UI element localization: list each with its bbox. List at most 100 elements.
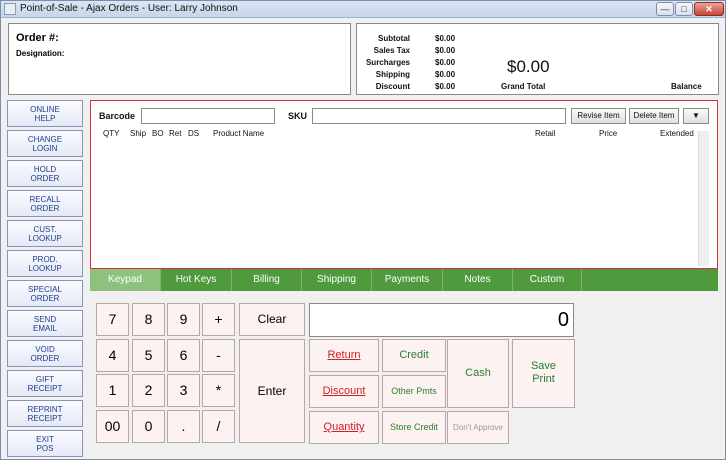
- subtotal-value: $0.00: [435, 34, 456, 43]
- grand-total-label: Grand Total: [501, 82, 546, 91]
- key-3[interactable]: 3: [167, 374, 200, 407]
- revise-item-button[interactable]: Revise Item: [571, 108, 626, 124]
- hold-order-button[interactable]: HOLD ORDER: [7, 160, 83, 187]
- col-price: Price: [599, 129, 618, 138]
- tab-billing[interactable]: Billing: [232, 269, 302, 291]
- col-ds: DS: [188, 129, 200, 138]
- shipping-label: Shipping: [375, 70, 410, 79]
- key-multiply[interactable]: *: [202, 374, 235, 407]
- exit-pos-button[interactable]: EXIT POS: [7, 430, 83, 457]
- col-ship: Ship: [130, 129, 147, 138]
- discount-value: $0.00: [435, 82, 456, 91]
- tab-notes[interactable]: Notes: [443, 269, 513, 291]
- gift-receipt-button[interactable]: GIFT RECEIPT: [7, 370, 83, 397]
- key-plus[interactable]: +: [202, 303, 235, 336]
- items-scrollbar[interactable]: [698, 131, 709, 266]
- sku-label: SKU: [288, 111, 308, 121]
- return-label: Return: [327, 349, 361, 361]
- delete-item-button[interactable]: Delete Item: [629, 108, 679, 124]
- surcharges-label: Surcharges: [365, 58, 410, 67]
- other-payments-button[interactable]: Other Pmts: [382, 375, 446, 408]
- save-print-label: Save Print: [530, 360, 557, 385]
- special-order-button[interactable]: SPECIAL ORDER: [7, 280, 83, 307]
- amount-display: 0: [309, 303, 574, 337]
- item-entry-panel: Barcode SKU Revise Item Delete Item ▼ QT…: [90, 100, 718, 269]
- save-print-button[interactable]: Save Print: [512, 339, 575, 408]
- store-credit-label: Store Credit: [389, 422, 439, 432]
- barcode-label: Barcode: [99, 111, 136, 121]
- store-credit-button[interactable]: Store Credit: [382, 411, 446, 444]
- recall-order-button[interactable]: RECALL ORDER: [7, 190, 83, 217]
- tab-shipping[interactable]: Shipping: [302, 269, 372, 291]
- online-help-button[interactable]: ONLINE HELP: [7, 100, 83, 127]
- tab-hot-keys[interactable]: Hot Keys: [161, 269, 232, 291]
- app-icon: [4, 3, 16, 15]
- product-lookup-button[interactable]: PROD. LOOKUP: [7, 250, 83, 277]
- col-retail: Retail: [535, 129, 556, 138]
- totals-panel: Subtotal $0.00 Sales Tax $0.00 Surcharge…: [356, 23, 719, 95]
- tab-payments[interactable]: Payments: [372, 269, 443, 291]
- key-1[interactable]: 1: [96, 374, 129, 407]
- sales-tax-label: Sales Tax: [373, 46, 410, 55]
- tab-keypad[interactable]: Keypad: [90, 269, 161, 291]
- maximize-button[interactable]: □: [675, 2, 693, 16]
- cash-button[interactable]: Cash: [447, 339, 509, 408]
- close-button[interactable]: ✕: [694, 2, 724, 16]
- col-ret: Ret: [169, 129, 182, 138]
- other-pmts-label: Other Pmts: [391, 386, 437, 396]
- key-2[interactable]: 2: [132, 374, 165, 407]
- col-product-name: Product Name: [213, 129, 265, 138]
- key-6[interactable]: 6: [167, 339, 200, 372]
- shipping-value: $0.00: [435, 70, 456, 79]
- subtotal-label: Subtotal: [378, 34, 410, 43]
- designation-label: Designation:: [16, 49, 65, 58]
- tab-bar: Keypad Hot Keys Billing Shipping Payment…: [90, 269, 718, 291]
- credit-button[interactable]: Credit: [382, 339, 446, 372]
- minimize-button[interactable]: —: [656, 2, 674, 16]
- pos-window: Point-of-Sale - Ajax Orders - User: Larr…: [0, 0, 726, 460]
- key-8[interactable]: 8: [132, 303, 165, 336]
- key-divide[interactable]: /: [202, 410, 235, 443]
- sales-tax-value: $0.00: [435, 46, 456, 55]
- cash-label: Cash: [465, 367, 491, 379]
- key-4[interactable]: 4: [96, 339, 129, 372]
- key-7[interactable]: 7: [96, 303, 129, 336]
- change-login-button[interactable]: CHANGE LOGIN: [7, 130, 83, 157]
- tab-custom[interactable]: Custom: [513, 269, 582, 291]
- discount-action-label: Discount: [322, 385, 366, 397]
- customer-lookup-button[interactable]: CUST. LOOKUP: [7, 220, 83, 247]
- enter-button[interactable]: Enter: [239, 339, 305, 443]
- key-5[interactable]: 5: [132, 339, 165, 372]
- grand-total-amount: $0.00: [507, 57, 550, 76]
- key-00[interactable]: 00: [96, 410, 129, 443]
- credit-label: Credit: [399, 349, 429, 361]
- col-extended: Extended: [660, 129, 694, 138]
- sku-input[interactable]: [312, 108, 566, 124]
- keypad-area: 7 8 9 + 4 5 6 - 1 2 3 * 00 0 . / Clear E…: [90, 291, 718, 459]
- key-minus[interactable]: -: [202, 339, 235, 372]
- col-bo: BO: [152, 129, 164, 138]
- discount-button[interactable]: Discount: [309, 375, 379, 408]
- quantity-button[interactable]: Quantity: [309, 411, 379, 444]
- dont-approve-label: Don't Approve: [452, 423, 503, 432]
- order-panel: Order #: Designation:: [8, 23, 351, 95]
- dropdown-arrow-icon[interactable]: ▼: [683, 108, 709, 124]
- reprint-receipt-button[interactable]: REPRINT RECEIPT: [7, 400, 83, 427]
- col-qty: QTY: [103, 129, 120, 138]
- surcharges-value: $0.00: [435, 58, 456, 67]
- key-9[interactable]: 9: [167, 303, 200, 336]
- key-0[interactable]: 0: [132, 410, 165, 443]
- window-title: Point-of-Sale - Ajax Orders - User: Larr…: [20, 3, 238, 14]
- dont-approve-button[interactable]: Don't Approve: [447, 411, 509, 444]
- title-bar: Point-of-Sale - Ajax Orders - User: Larr…: [1, 1, 725, 18]
- barcode-input[interactable]: [141, 108, 275, 124]
- send-email-button[interactable]: SEND EMAIL: [7, 310, 83, 337]
- quantity-label: Quantity: [323, 421, 365, 433]
- order-number-label: Order #:: [16, 32, 59, 44]
- return-button[interactable]: Return: [309, 339, 379, 372]
- clear-button[interactable]: Clear: [239, 303, 305, 336]
- discount-label: Discount: [375, 82, 410, 91]
- void-order-button[interactable]: VOID ORDER: [7, 340, 83, 367]
- key-decimal[interactable]: .: [167, 410, 200, 443]
- balance-label: Balance: [671, 82, 702, 91]
